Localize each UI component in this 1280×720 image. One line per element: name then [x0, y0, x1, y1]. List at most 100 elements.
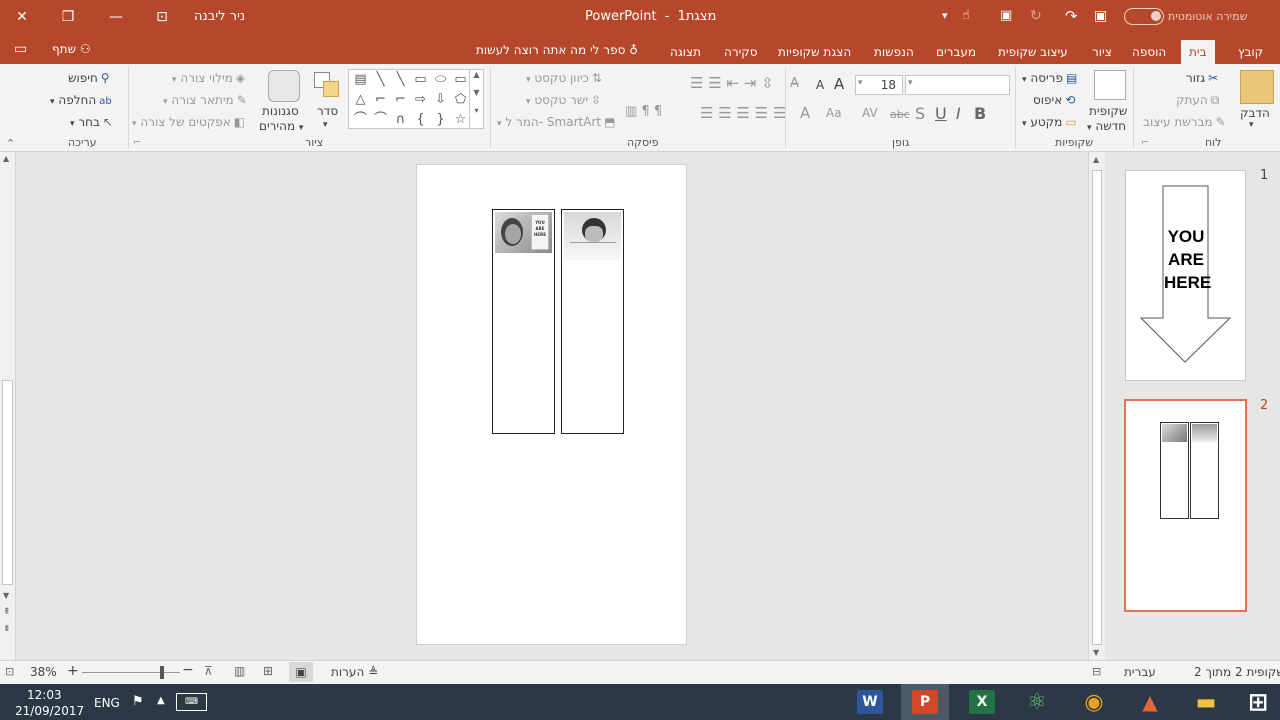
zoom-out-icon[interactable]: −: [182, 662, 194, 678]
shapes-scroll[interactable]: ▲ ▼ ▾: [469, 70, 483, 128]
char-spacing-button[interactable]: AV: [862, 106, 878, 120]
scroll-down-icon[interactable]: ▼: [3, 591, 9, 600]
underline-button[interactable]: U: [935, 104, 947, 123]
scroll-thumb[interactable]: [1092, 170, 1102, 645]
format-painter-button[interactable]: מברשת עיצוב ✎: [1143, 115, 1226, 129]
clock-date[interactable]: 21/09/2017: [15, 704, 84, 718]
text-direction-button[interactable]: ▾ כיוון טקסט ⇅: [526, 71, 602, 85]
prev-slide-icon[interactable]: ⇞: [3, 607, 11, 617]
quick-styles-button-l1[interactable]: סגנונות: [262, 104, 299, 118]
arrange-icon[interactable]: [312, 70, 342, 100]
smartart-button[interactable]: ▾ המר ל- SmartArt ⬒: [497, 115, 615, 129]
tab-review[interactable]: סקירה: [722, 40, 760, 64]
clock-time[interactable]: 12:03: [27, 688, 62, 702]
network-icon[interactable]: ⚑: [132, 694, 144, 709]
new-slide-icon[interactable]: [1094, 70, 1126, 100]
replace-button[interactable]: ▾ החלפה ab: [50, 93, 112, 107]
thumbnail-1[interactable]: YOU ARE HERE: [1125, 170, 1246, 381]
scroll-thumb[interactable]: [2, 380, 13, 585]
save-icon[interactable]: ▣: [1094, 8, 1107, 24]
tab-file[interactable]: קובץ: [1236, 40, 1265, 64]
zoom-in-icon[interactable]: +: [67, 663, 79, 679]
taskbar-file-explorer[interactable]: ▬: [1182, 684, 1230, 720]
font-name-box[interactable]: ▾: [905, 75, 1010, 95]
tab-home[interactable]: בית: [1181, 40, 1215, 64]
taskbar-chrome[interactable]: ◉: [1070, 684, 1118, 720]
customize-qat-icon[interactable]: ▾: [942, 9, 948, 22]
shape-line-icon[interactable]: ╲: [373, 72, 388, 87]
align-text-button[interactable]: ▾ ישר טקסט ⇳: [526, 93, 601, 107]
zoom-slider-track[interactable]: [82, 672, 180, 673]
quick-styles-icon[interactable]: [268, 70, 300, 102]
user-name[interactable]: ניר ליבנה: [194, 9, 245, 24]
present-icon[interactable]: ▣: [1000, 8, 1012, 23]
language-indicator[interactable]: עברית: [1124, 665, 1156, 679]
font-color-button[interactable]: A: [800, 104, 810, 122]
tab-view[interactable]: תצוגה: [668, 40, 703, 64]
paste-button[interactable]: הדבק: [1240, 106, 1270, 120]
shape-brace-icon[interactable]: {: [413, 112, 428, 127]
alignment-icons[interactable]: ☰ ☰ ☰ ☰ ☰: [700, 104, 786, 122]
zoom-slider-thumb[interactable]: [160, 666, 164, 679]
shapes-gallery[interactable]: ▤ ╲ ╲ ▭ ⬭ ▭ △ ⌐ ⌐ ⇨ ⇩ ⬠ ⌒ ⌒ ∩ { } ☆ ▲ ▼ ▾: [348, 69, 484, 129]
repeat-icon[interactable]: ↻: [1030, 8, 1042, 24]
restore-button[interactable]: ❐: [48, 0, 88, 34]
zoom-percent[interactable]: 38%: [30, 665, 57, 679]
shape-outline-button[interactable]: ▾ מיתאר צורה ✎: [163, 93, 247, 107]
fit-slide-icon[interactable]: ⊡: [5, 665, 14, 678]
shape-fill-button[interactable]: ▾ מילוי צורה ◈: [172, 71, 245, 85]
ribbon-display-button[interactable]: ⊡: [142, 0, 182, 34]
close-button[interactable]: ✕: [2, 0, 42, 34]
bookmark-right[interactable]: [561, 209, 624, 434]
shape-callout-icon[interactable]: ⬠: [453, 92, 468, 107]
reading-view-icon[interactable]: ▥: [234, 664, 245, 678]
shape-elbow-icon[interactable]: ⌐: [373, 92, 388, 107]
copy-button[interactable]: העתק ⧉: [1176, 93, 1219, 108]
shape-arc-icon[interactable]: ⌒: [373, 112, 388, 127]
taskbar-word[interactable]: W: [846, 684, 894, 720]
thumbnail-2-selected[interactable]: [1124, 399, 1247, 612]
scroll-up-icon[interactable]: ▲: [1093, 155, 1099, 164]
shape-arrow-right-icon[interactable]: ⇨: [413, 92, 428, 107]
shape-effects-button[interactable]: ▾ אפקטים של צורה ◧: [132, 115, 245, 129]
photo-woman[interactable]: [564, 212, 621, 260]
minimize-button[interactable]: —: [96, 0, 136, 34]
shape-textbox-icon[interactable]: ▤: [353, 72, 368, 87]
quick-styles-button-l2[interactable]: מהירים ▾: [259, 119, 303, 133]
photo-man[interactable]: YOU ARE HERE: [495, 212, 552, 253]
font-size-box[interactable]: ▾ 18: [855, 75, 903, 95]
shape-line2-icon[interactable]: ╲: [393, 72, 408, 87]
clipboard-launcher-icon[interactable]: ⌐: [1141, 138, 1149, 148]
next-slide-icon[interactable]: ⇟: [3, 624, 11, 634]
autosave-toggle[interactable]: [1124, 8, 1164, 25]
shape-oval-icon[interactable]: ⬭: [433, 72, 448, 87]
tab-slideshow[interactable]: הצגת שקופיות: [776, 40, 853, 64]
editor-scrollbar-left[interactable]: ▲ ▼ ⇞ ⇟: [0, 152, 16, 660]
taskbar-matlab[interactable]: ▲: [1126, 684, 1174, 720]
touch-mode-icon[interactable]: ☝: [962, 8, 970, 23]
normal-view-icon[interactable]: ▣: [289, 662, 313, 682]
shape-arrow-down-icon[interactable]: ⇩: [433, 92, 448, 107]
arrange-dropdown-icon[interactable]: ▾: [323, 120, 328, 130]
spelling-icon[interactable]: ⊟: [1092, 665, 1101, 678]
tab-insert[interactable]: הוספה: [1130, 40, 1168, 64]
shape-brace2-icon[interactable]: }: [433, 112, 448, 127]
keyboard-icon[interactable]: ⌨: [176, 693, 207, 711]
arrange-button[interactable]: סדר: [317, 104, 338, 118]
grow-font-button[interactable]: A: [834, 75, 844, 93]
clear-formatting-icon[interactable]: A̶: [790, 76, 799, 91]
tab-transitions[interactable]: מעברים: [934, 40, 978, 64]
undo-icon[interactable]: ↷: [1065, 7, 1078, 25]
tab-design[interactable]: עיצוב שקופית: [996, 40, 1070, 64]
change-case-button[interactable]: Aa: [826, 106, 842, 120]
taskbar-atom[interactable]: ⚛: [1013, 684, 1061, 720]
reset-button[interactable]: איפוס ⟲: [1033, 93, 1075, 107]
shape-star-icon[interactable]: ☆: [453, 112, 468, 127]
shape-freeform-icon[interactable]: ⌒: [353, 112, 368, 127]
shape-curve-icon[interactable]: ∩: [393, 112, 408, 127]
notes-button[interactable]: הערות ≜: [331, 665, 378, 679]
share-button[interactable]: שתף ⚇: [52, 42, 91, 56]
direction-icons[interactable]: ▥ ¶ ¶: [625, 104, 662, 119]
slideshow-view-icon[interactable]: ⊼: [204, 664, 213, 678]
bold-button[interactable]: B: [974, 104, 986, 123]
